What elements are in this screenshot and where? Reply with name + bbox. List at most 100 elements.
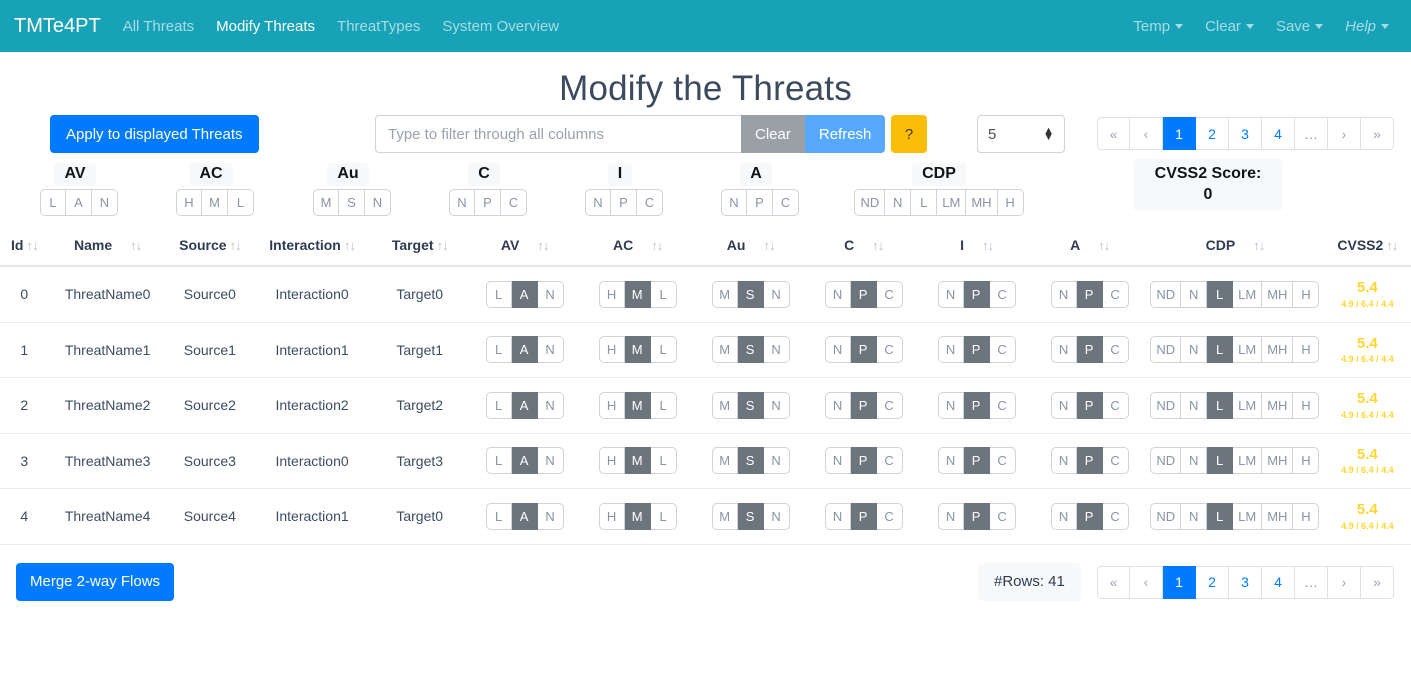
top-page-nav-8[interactable]: » [1361,117,1394,150]
row-metric-option-a-p[interactable]: P [1076,336,1103,364]
row-metric-option-au-m[interactable]: M [711,336,738,364]
row-metric-option-cdp-lm[interactable]: LM [1233,280,1263,308]
row-metric-option-a-n[interactable]: N [1050,336,1077,364]
row-metric-option-i-n[interactable]: N [937,502,964,530]
row-metric-option-cdp-nd[interactable]: ND [1150,502,1182,530]
sort-icon-cdp[interactable]: ↑↓ [1253,238,1265,253]
metric-option-av-l[interactable]: L [40,189,66,216]
row-metric-option-c-n[interactable]: N [824,280,851,308]
row-metric-option-c-p[interactable]: P [850,336,877,364]
nav-dropdown-help[interactable]: Help [1345,18,1389,35]
bottom-page-nav-7[interactable]: › [1328,565,1361,599]
row-metric-option-a-n[interactable]: N [1050,280,1077,308]
row-metric-option-i-c[interactable]: C [989,336,1016,364]
row-metric-option-au-s[interactable]: S [737,391,764,419]
row-metric-option-a-p[interactable]: P [1076,502,1103,530]
row-metric-option-cdp-n[interactable]: N [1181,280,1208,308]
row-metric-option-c-c[interactable]: C [876,502,903,530]
row-metric-option-au-n[interactable]: N [763,502,790,530]
row-metric-option-av-n[interactable]: N [537,447,564,475]
row-metric-option-cdp-mh[interactable]: MH [1262,280,1294,308]
metric-option-cdp-n[interactable]: N [885,189,912,216]
bottom-page-nav-1[interactable]: ‹ [1130,565,1163,599]
row-metric-option-cdp-lm[interactable]: LM [1233,391,1263,419]
metric-option-au-m[interactable]: M [313,189,339,216]
nav-link-threattypes[interactable]: ThreatTypes [337,18,420,35]
row-metric-option-i-p[interactable]: P [963,447,990,475]
row-metric-option-cdp-n[interactable]: N [1181,502,1208,530]
row-metric-option-av-a[interactable]: A [511,336,538,364]
metric-option-ac-h[interactable]: H [176,189,202,216]
row-metric-option-ac-m[interactable]: M [624,391,651,419]
row-metric-option-cdp-l[interactable]: L [1207,280,1234,308]
metric-option-c-c[interactable]: C [501,189,527,216]
row-metric-option-au-s[interactable]: S [737,336,764,364]
row-metric-option-a-c[interactable]: C [1102,502,1129,530]
metric-option-c-p[interactable]: P [475,189,501,216]
row-metric-option-au-m[interactable]: M [711,391,738,419]
nav-dropdown-clear[interactable]: Clear [1205,18,1254,35]
bottom-page-nav-0[interactable]: « [1097,565,1130,599]
bottom-page-4[interactable]: 4 [1262,565,1295,599]
metric-option-ac-m[interactable]: M [202,189,228,216]
nav-link-all-threats[interactable]: All Threats [123,18,194,35]
row-metric-option-c-p[interactable]: P [850,280,877,308]
row-metric-option-c-n[interactable]: N [824,502,851,530]
row-metric-option-av-a[interactable]: A [511,391,538,419]
row-metric-option-ac-m[interactable]: M [624,280,651,308]
sort-icon-id[interactable]: ↑↓ [26,238,38,253]
row-metric-option-c-c[interactable]: C [876,447,903,475]
sort-icon-interaction[interactable]: ↑↓ [344,238,356,253]
row-metric-option-cdp-nd[interactable]: ND [1150,391,1182,419]
row-metric-option-c-p[interactable]: P [850,447,877,475]
row-metric-option-cdp-h[interactable]: H [1293,447,1320,475]
help-question-icon[interactable]: ? [891,115,927,153]
row-metric-option-i-n[interactable]: N [937,336,964,364]
sort-icon-au[interactable]: ↑↓ [763,238,775,253]
row-metric-option-a-c[interactable]: C [1102,391,1129,419]
row-metric-option-au-n[interactable]: N [763,391,790,419]
metric-option-i-c[interactable]: C [637,189,663,216]
row-metric-option-ac-h[interactable]: H [598,502,625,530]
sort-icon-cvss2[interactable]: ↑↓ [1386,238,1398,253]
row-metric-option-ac-m[interactable]: M [624,447,651,475]
row-metric-option-c-n[interactable]: N [824,447,851,475]
apply-to-displayed-threats-button[interactable]: Apply to displayed Threats [50,115,259,153]
row-metric-option-cdp-l[interactable]: L [1207,336,1234,364]
metric-option-i-n[interactable]: N [585,189,611,216]
row-metric-option-au-m[interactable]: M [711,502,738,530]
row-metric-option-i-p[interactable]: P [963,502,990,530]
row-metric-option-av-l[interactable]: L [485,280,512,308]
row-metric-option-cdp-h[interactable]: H [1293,336,1320,364]
metric-option-cdp-l[interactable]: L [911,189,938,216]
row-metric-option-cdp-lm[interactable]: LM [1233,502,1263,530]
metric-option-av-a[interactable]: A [66,189,92,216]
row-metric-option-a-n[interactable]: N [1050,391,1077,419]
row-metric-option-c-c[interactable]: C [876,336,903,364]
row-metric-option-cdp-nd[interactable]: ND [1150,336,1182,364]
row-metric-option-ac-l[interactable]: L [650,502,677,530]
metric-option-a-n[interactable]: N [721,189,747,216]
row-metric-option-cdp-mh[interactable]: MH [1262,336,1294,364]
row-metric-option-cdp-l[interactable]: L [1207,391,1234,419]
row-metric-option-av-n[interactable]: N [537,502,564,530]
metric-option-i-p[interactable]: P [611,189,637,216]
sort-icon-c[interactable]: ↑↓ [872,238,884,253]
row-metric-option-au-m[interactable]: M [711,280,738,308]
row-metric-option-a-n[interactable]: N [1050,447,1077,475]
metric-option-a-p[interactable]: P [747,189,773,216]
row-metric-option-cdp-mh[interactable]: MH [1262,447,1294,475]
top-page-nav-0[interactable]: « [1097,117,1130,150]
metric-option-a-c[interactable]: C [773,189,799,216]
metric-option-cdp-mh[interactable]: MH [966,189,998,216]
row-metric-option-cdp-l[interactable]: L [1207,502,1234,530]
row-metric-option-a-c[interactable]: C [1102,280,1129,308]
row-metric-option-ac-l[interactable]: L [650,447,677,475]
row-metric-option-cdp-nd[interactable]: ND [1150,280,1182,308]
row-metric-option-i-c[interactable]: C [989,391,1016,419]
row-metric-option-ac-l[interactable]: L [650,336,677,364]
row-metric-option-cdp-h[interactable]: H [1293,280,1320,308]
row-metric-option-cdp-lm[interactable]: LM [1233,336,1263,364]
row-metric-option-ac-m[interactable]: M [624,336,651,364]
rows-per-page-select[interactable]: 5 ▲ ▼ [977,115,1065,153]
